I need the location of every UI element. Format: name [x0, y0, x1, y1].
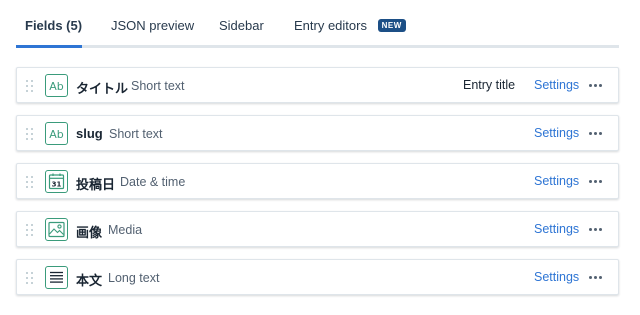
field-row-published-date[interactable]: 31 投稿日 Date & time Settings — [16, 163, 619, 199]
field-row-body[interactable]: 本文 Long text Settings — [16, 259, 619, 295]
drag-handle-icon[interactable] — [26, 176, 34, 188]
short-text-icon-label: Ab — [49, 128, 64, 141]
field-type: Short text — [109, 127, 163, 141]
field-name: 投稿日 — [76, 177, 116, 192]
field-type: Date & time — [120, 175, 186, 189]
calendar-icon: 31 — [45, 170, 68, 193]
tab-bar: Fields (5) JSON preview Sidebar Entry ed… — [16, 0, 619, 48]
drag-handle-icon[interactable] — [26, 272, 34, 284]
more-actions-icon[interactable] — [587, 220, 603, 238]
tab-json-preview[interactable]: JSON preview — [111, 18, 194, 33]
field-row-title[interactable]: Ab タイトル Short text Entry title Settings — [16, 67, 619, 103]
tab-sidebar-label: Sidebar — [219, 18, 264, 33]
entry-title-label: Entry title — [463, 78, 516, 92]
field-row-slug[interactable]: Ab slug Short text Settings — [16, 115, 619, 151]
field-name: タイトル — [76, 81, 129, 96]
settings-link[interactable]: Settings — [534, 222, 579, 236]
more-actions-icon[interactable] — [587, 268, 603, 286]
settings-link[interactable]: Settings — [534, 174, 579, 188]
more-actions-icon[interactable] — [587, 76, 603, 94]
field-type: Media — [108, 223, 143, 237]
drag-handle-icon[interactable] — [26, 80, 34, 92]
tab-fields[interactable]: Fields (5) — [25, 18, 82, 33]
settings-link[interactable]: Settings — [534, 270, 579, 284]
settings-link[interactable]: Settings — [534, 78, 579, 92]
image-icon — [45, 218, 68, 241]
calendar-icon-day: 31 — [52, 181, 62, 189]
field-name: slug — [76, 126, 103, 141]
more-actions-icon[interactable] — [587, 124, 603, 142]
new-badge: NEW — [377, 19, 406, 32]
tab-json-preview-label: JSON preview — [111, 18, 195, 33]
field-type: Short text — [131, 79, 185, 93]
field-name: 画像 — [76, 225, 103, 240]
tab-entry-editors-label: Entry editors — [294, 18, 367, 33]
field-name: 本文 — [76, 273, 103, 288]
short-text-icon-label: Ab — [49, 80, 64, 93]
more-actions-icon[interactable] — [587, 172, 603, 190]
long-text-icon — [45, 266, 68, 289]
short-text-icon: Ab — [45, 74, 68, 97]
field-type: Long text — [108, 271, 160, 285]
tab-fields-label: Fields (5) — [25, 18, 83, 33]
active-tab-indicator — [16, 45, 82, 48]
tab-sidebar[interactable]: Sidebar — [219, 18, 264, 33]
settings-link[interactable]: Settings — [534, 126, 579, 140]
drag-handle-icon[interactable] — [26, 128, 34, 140]
drag-handle-icon[interactable] — [26, 224, 34, 236]
short-text-icon: Ab — [45, 122, 68, 145]
field-row-image[interactable]: 画像 Media Settings — [16, 211, 619, 247]
tab-entry-editors[interactable]: Entry editors NEW — [294, 18, 406, 33]
